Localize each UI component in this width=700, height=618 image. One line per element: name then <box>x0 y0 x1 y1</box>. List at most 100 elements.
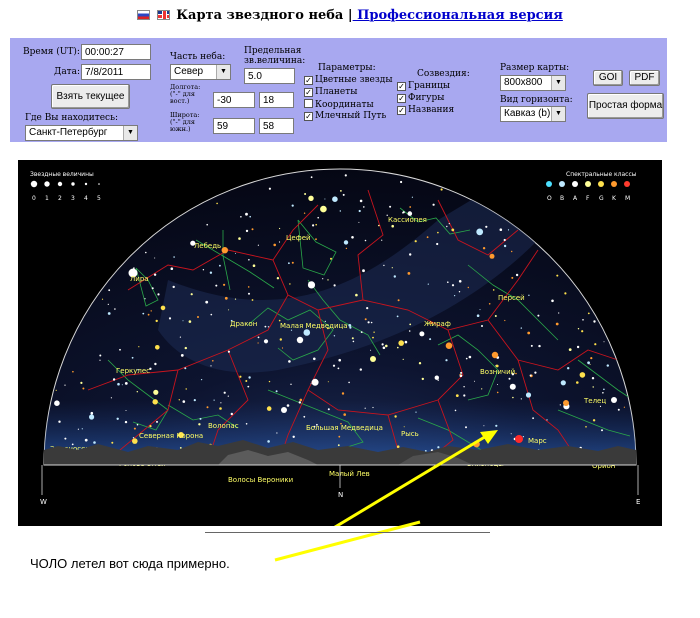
star <box>504 319 506 322</box>
star <box>168 317 172 320</box>
longitude-hint: ("-" для вост.) <box>170 90 196 105</box>
star <box>391 224 395 228</box>
star <box>310 176 313 179</box>
star <box>182 320 184 322</box>
sky-part-select[interactable]: Север ▼ <box>170 64 231 80</box>
constellation-label: Марс <box>528 437 547 445</box>
star <box>81 428 83 430</box>
constellations-checkbox-2[interactable]: ✓ Названия <box>397 105 454 115</box>
star <box>465 357 468 360</box>
constellation-label: Северная Корона <box>139 432 203 440</box>
star <box>494 315 497 317</box>
star-map[interactable]: Звездные величины 0 1 2 3 4 5 Спектральные кл… <box>18 160 662 526</box>
star <box>507 229 510 231</box>
star <box>459 373 462 376</box>
star <box>579 372 586 378</box>
star <box>131 356 134 359</box>
star <box>279 338 282 341</box>
star <box>327 381 329 383</box>
time-input[interactable] <box>81 44 151 60</box>
checkbox-icon[interactable] <box>304 99 313 108</box>
checkbox-icon[interactable]: ✓ <box>304 76 313 85</box>
spectral-label-O: O <box>547 195 552 202</box>
star <box>267 326 270 328</box>
map-size-select[interactable]: 800x800 ▼ <box>500 75 566 91</box>
star <box>560 380 566 386</box>
star <box>338 435 341 438</box>
star <box>564 292 567 295</box>
russian-flag-icon[interactable] <box>137 10 151 20</box>
location-select[interactable]: Санкт-Петербург ▼ <box>25 125 138 141</box>
star <box>239 375 242 378</box>
star <box>55 389 57 391</box>
params-checkbox-3[interactable]: ✓ Млечный Путь <box>304 111 386 121</box>
magnitude-label-3: 3 <box>71 195 75 202</box>
star <box>245 229 249 233</box>
star <box>160 305 166 311</box>
pdf-button[interactable]: PDF <box>629 70 660 86</box>
checkbox-icon[interactable]: ✓ <box>304 112 313 121</box>
constellations-checkbox-0[interactable]: ✓ Границы <box>397 81 450 91</box>
star <box>601 429 603 432</box>
star <box>426 236 429 239</box>
star <box>238 237 241 240</box>
star <box>581 330 584 333</box>
latitude-degrees-input[interactable] <box>213 118 255 134</box>
star <box>101 298 104 300</box>
constellation-label: Жираф <box>424 320 451 328</box>
star <box>276 277 280 280</box>
constellation-label: Цефей <box>286 234 311 242</box>
star <box>499 228 503 231</box>
checkbox-icon[interactable]: ✓ <box>397 106 406 115</box>
star <box>228 309 230 311</box>
star <box>107 312 111 315</box>
star <box>576 345 580 349</box>
star <box>448 223 450 225</box>
star <box>221 247 228 254</box>
date-input[interactable] <box>81 64 151 80</box>
star <box>341 392 345 395</box>
chevron-down-icon: ▼ <box>551 107 565 121</box>
simple-form-button[interactable]: Простая форма <box>587 93 664 119</box>
star <box>299 398 303 402</box>
star <box>468 355 472 359</box>
horizon-select[interactable]: Кавказ (b) ▼ <box>500 106 566 122</box>
params-checkbox-0[interactable]: ✓ Цветные звезды <box>304 75 392 85</box>
star <box>485 225 488 228</box>
star <box>432 203 435 206</box>
star <box>182 400 186 403</box>
goi-button[interactable]: GOI <box>593 70 623 86</box>
checkbox-icon[interactable]: ✓ <box>304 88 313 97</box>
star <box>201 379 203 381</box>
star <box>528 294 530 296</box>
star <box>133 427 136 430</box>
star <box>429 338 432 341</box>
star <box>383 264 385 267</box>
latitude-minutes-input[interactable] <box>259 118 294 134</box>
star <box>602 392 604 394</box>
star <box>333 284 336 287</box>
params-checkbox-2[interactable]: Координаты <box>304 99 374 110</box>
star <box>184 346 187 350</box>
constellations-checkbox-1[interactable]: ✓ Фигуры <box>397 93 444 103</box>
checkbox-icon[interactable]: ✓ <box>397 94 406 103</box>
star <box>538 344 541 348</box>
star <box>111 441 114 444</box>
star <box>288 262 290 265</box>
star <box>437 231 439 234</box>
english-flag-icon[interactable] <box>156 10 170 20</box>
limit-magnitude-input[interactable] <box>244 68 295 84</box>
longitude-degrees-input[interactable] <box>213 92 255 108</box>
longitude-minutes-input[interactable] <box>259 92 294 108</box>
pro-version-link[interactable]: Профессиональная версия <box>353 8 563 23</box>
take-current-button[interactable]: Взять текущее <box>51 84 130 109</box>
params-checkbox-1[interactable]: ✓ Планеты <box>304 87 357 97</box>
checkbox-icon[interactable]: ✓ <box>397 82 406 91</box>
star <box>474 380 475 382</box>
star <box>230 412 233 416</box>
star <box>397 346 399 349</box>
star <box>537 314 540 317</box>
star <box>402 212 404 214</box>
star <box>344 174 347 177</box>
checkbox-label: Координаты <box>315 100 374 110</box>
